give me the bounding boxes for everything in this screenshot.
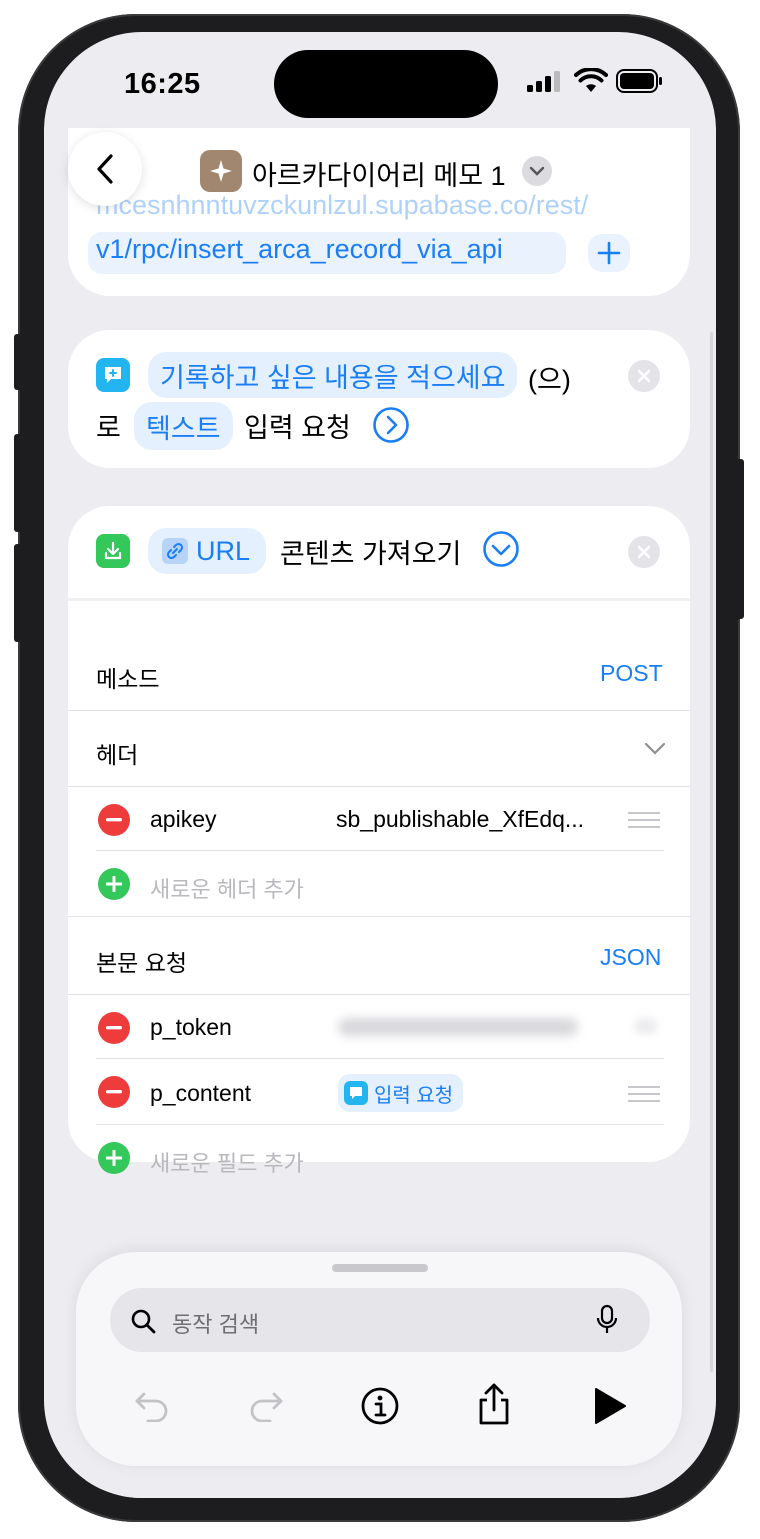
bottom-sheet: 동작 검색: [76, 1252, 682, 1466]
ro-text: 로: [96, 413, 121, 443]
ask-input-card: 기록하고 싶은 내용을 적으세요 (으) 로 텍스트 입력 요청: [68, 330, 690, 468]
back-button[interactable]: [68, 132, 142, 206]
method-value[interactable]: POST: [600, 660, 663, 687]
chevron-down-circle-icon: [483, 531, 519, 567]
url-text-line2[interactable]: v1/rpc/insert_arca_record_via_api: [96, 234, 503, 265]
reorder-handle-icon[interactable]: [628, 812, 660, 828]
close-icon: [637, 545, 651, 559]
remove-header-button[interactable]: [98, 804, 130, 836]
remove-field-button[interactable]: [98, 1012, 130, 1044]
ask-input-icon: [96, 358, 130, 392]
undo-icon: [135, 1392, 168, 1423]
fetch-action-label: 콘텐츠 가져오기: [280, 539, 462, 569]
section-divider: [68, 598, 690, 601]
wifi-icon: [574, 67, 608, 99]
provided-input-label: 입력 요청: [374, 1084, 454, 1107]
divider: [68, 916, 690, 917]
battery-icon: [616, 69, 664, 98]
close-icon: [628, 360, 660, 392]
search-icon: [131, 1309, 156, 1334]
action-button: [14, 334, 22, 390]
fetch-card: URL 콘텐츠 가져오기 메소드 POST 헤더 apikey sb_publi…: [68, 506, 690, 1176]
remove-ask-button[interactable]: [628, 360, 660, 392]
minus-icon: [106, 1090, 122, 1094]
header-key[interactable]: apikey: [150, 806, 216, 833]
power-button: [736, 459, 744, 619]
prompt-chip[interactable]: 기록하고 싶은 내용을 적으세요: [148, 352, 518, 398]
type-chip[interactable]: 텍스트: [134, 402, 233, 450]
add-header-label[interactable]: 새로운 헤더 추가: [150, 872, 304, 904]
field-key[interactable]: p_content: [150, 1080, 251, 1107]
redo-button[interactable]: [248, 1388, 284, 1427]
method-label: 메소드: [96, 666, 160, 692]
chevron-right-circle-icon: [373, 407, 409, 443]
divider: [68, 710, 690, 711]
search-placeholder: 동작 검색: [172, 1312, 260, 1337]
add-url-button[interactable]: [588, 234, 630, 272]
signal-icon: [526, 70, 562, 97]
redacted-token-value[interactable]: [338, 1018, 578, 1036]
headers-label: 헤더: [96, 742, 139, 768]
url-variable-chip[interactable]: URL: [148, 528, 266, 574]
info-icon: [361, 1387, 399, 1425]
url-text-line1: mcesnhnntuvzckunlzul.supabase.co/rest/: [96, 190, 589, 220]
divider: [96, 1058, 664, 1059]
undo-button[interactable]: [134, 1388, 170, 1427]
plus-icon: [106, 876, 122, 892]
ask-input-icon: [344, 1081, 368, 1105]
suffix-text: (으): [528, 365, 571, 395]
plus-icon: [597, 241, 621, 265]
volume-down-button: [14, 544, 22, 642]
microphone-icon: [596, 1304, 618, 1333]
volume-up-button: [14, 434, 22, 532]
chevron-down-icon: [644, 742, 666, 755]
title-menu-button[interactable]: [522, 156, 552, 186]
status-time: 16:25: [124, 68, 201, 100]
header-value[interactable]: sb_publishable_XfEdq...: [336, 806, 584, 833]
search-field[interactable]: 동작 검색: [110, 1288, 650, 1352]
reorder-handle-icon[interactable]: [628, 1086, 660, 1102]
divider: [68, 994, 690, 995]
expand-ask-button[interactable]: [372, 406, 410, 449]
link-icon: [162, 538, 188, 564]
minus-icon: [106, 818, 122, 822]
scrollbar[interactable]: [710, 332, 713, 1372]
plus-icon: [106, 1150, 122, 1166]
share-button[interactable]: [476, 1382, 512, 1431]
minus-icon: [106, 1026, 122, 1030]
chevron-left-icon: [97, 154, 113, 184]
download-icon: [96, 534, 130, 568]
divider: [96, 850, 664, 851]
ask-action-label: 입력 요청: [244, 413, 351, 443]
shortcut-sparkle-icon: [200, 150, 242, 192]
collapse-fetch-button[interactable]: [482, 530, 520, 573]
redo-icon: [250, 1392, 283, 1423]
add-header-button[interactable]: [98, 868, 130, 900]
body-label: 본문 요청: [96, 950, 188, 976]
info-button[interactable]: [360, 1386, 400, 1431]
add-field-button[interactable]: [98, 1142, 130, 1174]
shortcut-title[interactable]: 아르카다이어리 메모 1: [252, 154, 506, 193]
divider: [68, 786, 690, 787]
body-type-value[interactable]: JSON: [600, 944, 661, 971]
run-button[interactable]: [592, 1386, 628, 1431]
home-area: [44, 1480, 716, 1498]
chevron-down-icon: [529, 166, 545, 176]
remove-field-button[interactable]: [98, 1076, 130, 1108]
redacted-handle: [634, 1018, 658, 1034]
dynamic-island: [274, 50, 498, 118]
play-icon: [595, 1388, 626, 1424]
headers-toggle[interactable]: [644, 742, 666, 761]
sheet-grabber[interactable]: [332, 1264, 428, 1272]
divider: [96, 1124, 664, 1125]
url-chip-label: URL: [196, 535, 251, 566]
field-key[interactable]: p_token: [150, 1014, 232, 1041]
share-icon: [479, 1383, 509, 1425]
screen: 16:25 mcesnhnntuvzckunlzul.supabase.co/r…: [44, 32, 716, 1498]
add-field-label[interactable]: 새로운 필드 추가: [150, 1146, 304, 1178]
remove-fetch-button[interactable]: [628, 536, 660, 568]
provided-input-chip[interactable]: 입력 요청: [338, 1074, 464, 1112]
